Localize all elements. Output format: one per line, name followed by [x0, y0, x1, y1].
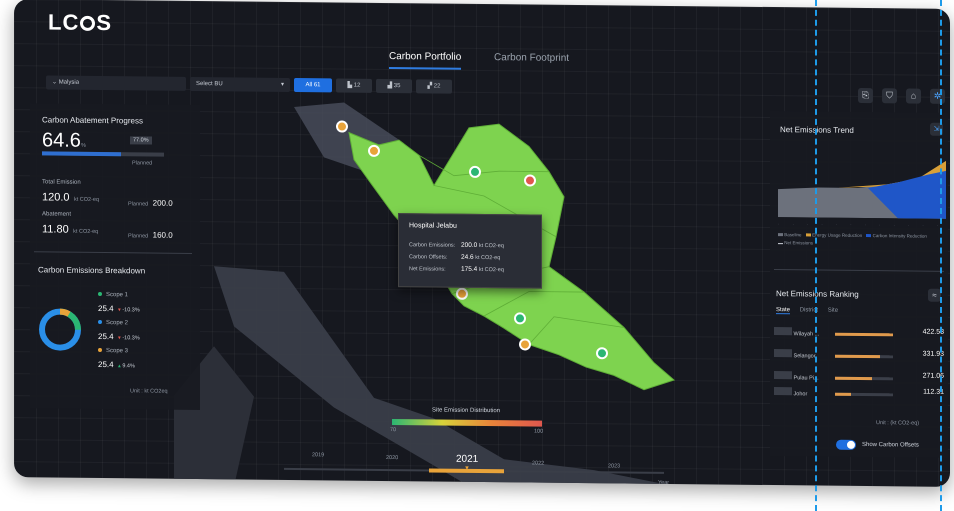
tab-carbon-footprint[interactable]: Carbon Footprint	[494, 52, 569, 69]
total-emission-label: Total Emission	[42, 179, 81, 186]
ranking-bar	[835, 354, 881, 359]
bu-select[interactable]: Select BU ▾	[190, 76, 290, 92]
scope-item: Scope 1 25.4 ▾ -10.3%	[98, 291, 140, 314]
timeline-year-selected[interactable]: 2021	[456, 454, 478, 465]
distribution-max: 100	[534, 428, 544, 435]
ranking-bar	[835, 332, 894, 337]
abatement-row-planned: Planned 160.0	[128, 230, 173, 240]
map-pin-icon[interactable]	[524, 174, 536, 187]
guide-line-right	[940, 0, 942, 511]
ranking-tab-state[interactable]: State	[776, 307, 791, 315]
map-pin-icon[interactable]	[368, 144, 380, 157]
home-icon[interactable]: ⌂	[906, 88, 921, 104]
timeline-year[interactable]: 2019	[312, 452, 324, 458]
scope-list: Scope 1 25.4 ▾ -10.3% Scope 2 25.4 ▾ -10…	[98, 291, 198, 377]
chip-office[interactable]: ▟ 35	[376, 78, 412, 94]
map-pin-icon[interactable]	[456, 287, 468, 300]
main-tabs: Carbon Portfolio Carbon Footprint	[389, 51, 599, 71]
ranking-bar	[835, 376, 873, 381]
ranking-unit: Unit : (kt CO2-eq)	[876, 420, 920, 427]
total-planned: Planned 200.0	[128, 198, 173, 208]
timeline-marker-icon: ▼	[464, 465, 470, 472]
ranking-tabs: State District Site	[776, 307, 838, 315]
export-icon[interactable]: ⎘	[858, 87, 873, 104]
timeline-year[interactable]: 2020	[386, 455, 398, 461]
emissions-donut-chart	[39, 308, 81, 351]
offsets-toggle[interactable]	[836, 439, 856, 450]
chip-factory[interactable]: ▞ 22	[416, 79, 452, 94]
distribution-min: 70	[390, 427, 397, 434]
abatement-row-value: 11.80 kt CO2-eq	[42, 223, 99, 236]
tab-carbon-portfolio[interactable]: Carbon Portfolio	[389, 51, 462, 70]
offsets-toggle-label: Show Carbon Offsets	[862, 441, 919, 449]
ranking-row[interactable]: Wilayah ... 422.58	[774, 327, 944, 339]
app-logo: LC S	[48, 9, 113, 36]
scope-item: Scope 2 25.4 ▾ -10.3%	[98, 319, 140, 342]
abatement-row-label: Abatement	[42, 211, 72, 218]
ranking-row[interactable]: Johor 112.31	[774, 387, 944, 399]
breakdown-unit: Unit : kt CO2eq	[130, 388, 168, 395]
timeline-year[interactable]: 2022	[532, 461, 544, 467]
map-pin-icon[interactable]	[596, 347, 608, 360]
timeline-year[interactable]: 2023	[608, 463, 620, 469]
app-window: LC S Carbon Portfolio Carbon Footprint ⌄ …	[14, 0, 950, 487]
abatement-value: 64.6%	[42, 129, 86, 152]
distribution-title: Site Emission Distribution	[432, 407, 501, 415]
chip-all[interactable]: All 61	[294, 78, 332, 93]
abatement-target: 77.0%	[130, 136, 152, 145]
guide-line-left	[815, 0, 817, 511]
ranking-row[interactable]: Selangor 331.93	[774, 349, 944, 361]
map-pin-icon[interactable]	[336, 120, 348, 133]
map-pin-icon[interactable]	[519, 338, 531, 351]
scope-item: Scope 3 25.4 ▴ 9.4%	[98, 347, 135, 370]
ranking-bar	[835, 392, 851, 396]
country-select[interactable]: ⌄ Malysia	[46, 75, 186, 91]
trend-legend: Baseline Energy Usage Reduction Carbon I…	[778, 231, 946, 249]
tooltip-title: Hospital Jelabu	[409, 222, 457, 230]
scope-dot	[98, 319, 102, 325]
site-tooltip: Hospital Jelabu Carbon Emissions: 200.0 k…	[398, 213, 542, 289]
trend-chart	[778, 160, 946, 219]
bu-value: Select BU	[196, 81, 223, 88]
map-pin-icon[interactable]	[469, 165, 481, 178]
breakdown-title: Carbon Emissions Breakdown	[38, 265, 146, 276]
chevron-down-icon: ▾	[280, 81, 284, 88]
total-emission-value: 120.0 kt CO2-eq	[42, 191, 100, 204]
chip-hospital[interactable]: ▙ 12	[336, 78, 372, 93]
map-pin-icon[interactable]	[514, 312, 526, 325]
filter-icon[interactable]: ⛉	[882, 88, 897, 104]
abatement-title: Carbon Abatement Progress	[42, 115, 143, 126]
tooltip-rows: Carbon Emissions: 200.0 kt CO2-eq Carbon …	[409, 241, 504, 274]
ranking-title: Net Emissions Ranking	[776, 289, 859, 299]
timeline-axis-label: Year	[658, 479, 670, 486]
scope-dot	[98, 347, 102, 353]
country-value: Malysia	[58, 79, 80, 86]
scope-dot	[98, 291, 102, 297]
ranking-row[interactable]: Pulau Pi... 271.06	[774, 371, 944, 383]
settings-icon[interactable]: ✲	[930, 88, 945, 104]
abatement-progress-fill	[42, 151, 121, 157]
abatement-planned-label: Planned	[132, 160, 153, 167]
ranking-tab-site[interactable]: Site	[828, 308, 838, 314]
